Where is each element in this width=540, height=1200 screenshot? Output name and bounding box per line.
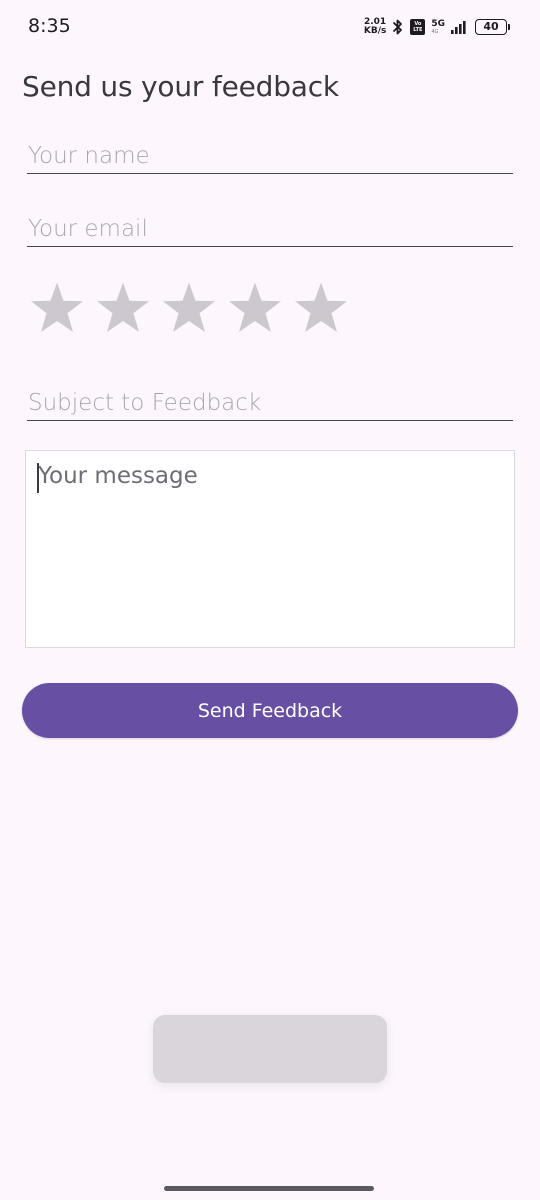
send-feedback-button[interactable]: Send Feedback — [22, 683, 518, 738]
volte-bottom: LTE — [413, 27, 423, 33]
battery-tip — [508, 24, 510, 30]
star-icon[interactable] — [225, 278, 285, 338]
status-bar: 8:35 2.01 KB/s Vo LTE 5G 4G 40 — [0, 0, 540, 56]
star-icon[interactable] — [27, 278, 87, 338]
toast-popup — [153, 1015, 387, 1083]
network-type-label: 5G — [431, 18, 445, 29]
text-cursor — [37, 463, 39, 493]
email-field[interactable]: Your email — [27, 203, 513, 247]
volte-icon: Vo LTE — [410, 19, 426, 35]
name-field[interactable]: Your name — [27, 130, 513, 174]
network-sub-label: 4G — [431, 28, 439, 35]
rating-bar[interactable] — [27, 278, 351, 338]
star-icon[interactable] — [93, 278, 153, 338]
message-placeholder: Your message — [38, 463, 198, 489]
subject-placeholder: Subject to Feedback — [28, 390, 262, 416]
network-type: 5G 4G — [431, 18, 445, 35]
bluetooth-icon — [393, 19, 403, 35]
status-icons: 2.01 KB/s Vo LTE 5G 4G 40 — [364, 14, 510, 40]
network-speed: 2.01 KB/s — [364, 18, 386, 36]
battery-icon: 40 — [475, 19, 510, 35]
name-placeholder: Your name — [28, 143, 150, 169]
gesture-nav-bar[interactable] — [164, 1186, 374, 1191]
signal-icon — [451, 21, 466, 34]
page-title: Send us your feedback — [22, 70, 339, 103]
star-icon[interactable] — [159, 278, 219, 338]
star-icon[interactable] — [291, 278, 351, 338]
battery-level: 40 — [475, 19, 507, 35]
network-speed-unit: KB/s — [363, 26, 387, 36]
subject-field[interactable]: Subject to Feedback — [27, 377, 513, 421]
status-time: 8:35 — [28, 15, 71, 37]
email-placeholder: Your email — [28, 216, 148, 242]
message-textarea[interactable]: Your message — [25, 450, 515, 648]
